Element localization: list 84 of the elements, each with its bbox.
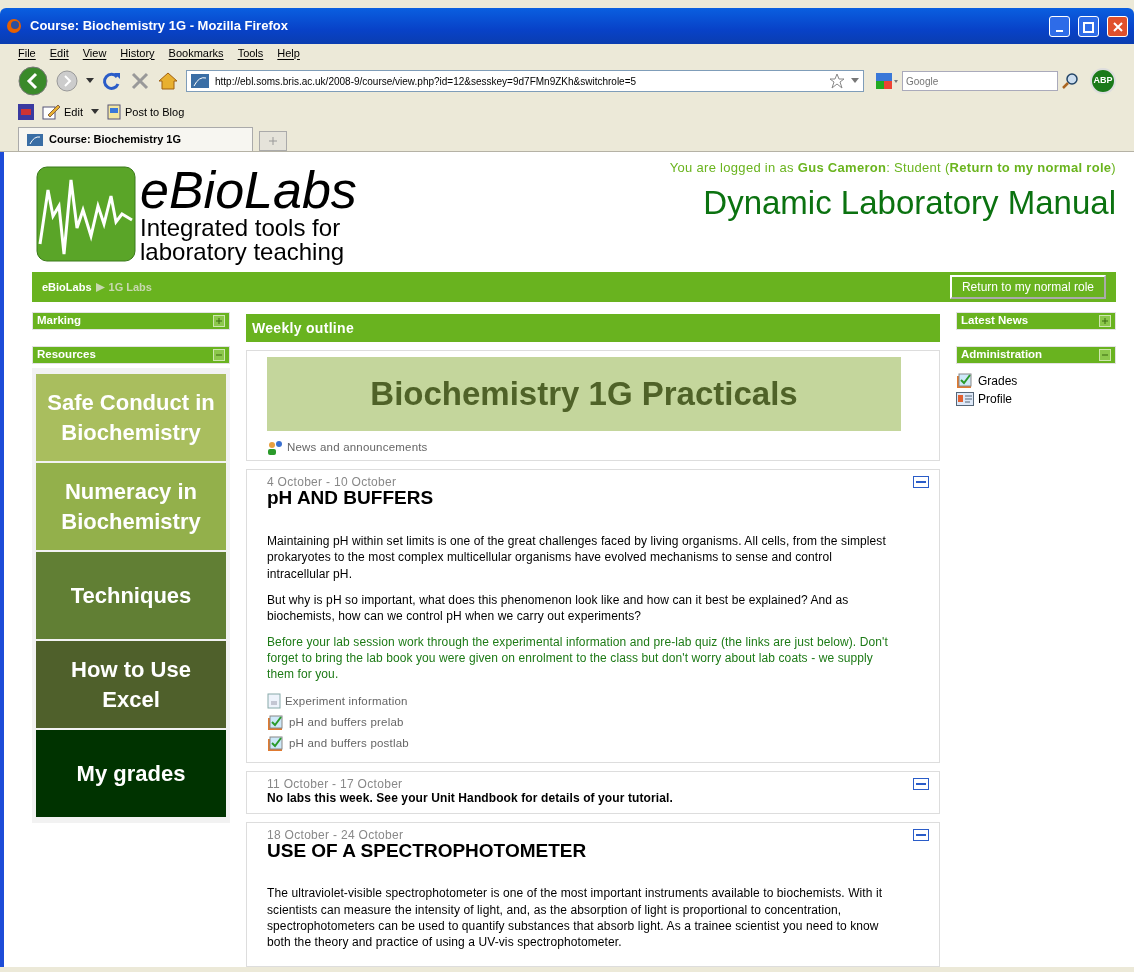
dropdown-icon[interactable] bbox=[851, 78, 859, 84]
home-icon[interactable] bbox=[158, 71, 178, 91]
site-icon bbox=[191, 74, 209, 88]
close-icon bbox=[1112, 22, 1123, 33]
resource-tile[interactable]: My grades bbox=[36, 730, 226, 817]
activity-link[interactable]: pH and buffers postlab bbox=[289, 735, 409, 753]
checklist-icon bbox=[956, 373, 974, 389]
paragraph: Before your lab session work through the experimental information and pre-lab quiz (the links are just below). Don't forget to bring the lab book you were given on enrolment to the class but don't worry about lab coats - we supply them for you. bbox=[267, 634, 889, 683]
course-banner: Biochemistry 1G Practicals bbox=[267, 357, 901, 431]
waveform-icon bbox=[36, 166, 136, 262]
plus-icon bbox=[269, 137, 277, 145]
logo-title: eBioLabs bbox=[140, 164, 357, 216]
outline-header: Weekly outline bbox=[246, 314, 940, 342]
bookmark-label: Edit bbox=[64, 104, 83, 120]
expand-icon[interactable] bbox=[1099, 315, 1111, 327]
logo-tagline: laboratory teaching bbox=[140, 240, 346, 264]
separator-icon bbox=[95, 282, 105, 292]
logo-tagline: Integrated tools for bbox=[140, 216, 342, 240]
block-title: Resources bbox=[37, 347, 96, 363]
menu-item[interactable]: Bookmarks bbox=[168, 44, 224, 62]
maximize-icon bbox=[1083, 21, 1094, 33]
window-title: Course: Biochemistry 1G - Mozilla Firefox bbox=[30, 17, 289, 36]
menu-item[interactable]: Help bbox=[277, 44, 300, 62]
forum-link[interactable]: News and announcements bbox=[287, 439, 428, 457]
menu-item[interactable]: View bbox=[82, 44, 107, 62]
reload-icon[interactable] bbox=[102, 71, 122, 91]
paragraph: But why is pH so important, what does this phenomenon look like and how can it best be explained? And as biochemists, how can we control pH when we carry out experiments? bbox=[267, 591, 850, 625]
menu-item[interactable]: History bbox=[120, 44, 155, 62]
maximize-button[interactable] bbox=[1078, 15, 1099, 37]
section-dates: 18 October - 24 October bbox=[267, 828, 405, 841]
paragraph: No labs this week. See your Unit Handbook for details of your tutorial. bbox=[267, 790, 674, 807]
activity-link[interactable]: Experiment information bbox=[285, 692, 408, 710]
firefox-icon bbox=[6, 18, 22, 34]
resource-tile[interactable]: How to Use Excel bbox=[36, 641, 226, 728]
block-title: Marking bbox=[37, 313, 82, 329]
collapse-icon[interactable] bbox=[913, 476, 929, 489]
close-button[interactable] bbox=[1107, 15, 1128, 37]
google-icon[interactable] bbox=[876, 73, 898, 89]
resource-tile[interactable]: Techniques bbox=[36, 552, 226, 639]
collapse-icon[interactable] bbox=[913, 828, 929, 841]
dropdown-icon[interactable] bbox=[86, 78, 94, 84]
collapse-icon[interactable] bbox=[913, 778, 929, 791]
admin-link[interactable]: Profile bbox=[978, 390, 1012, 408]
minimize-button[interactable] bbox=[1049, 15, 1070, 37]
dropdown-icon[interactable] bbox=[90, 109, 99, 115]
section-title: pH AND BUFFERS bbox=[267, 488, 435, 510]
bookmark-item[interactable]: Post to Blog bbox=[106, 103, 185, 121]
address-field[interactable]: http://ebl.soms.bris.ac.uk/2008-9/course/view.php?id=12&sesskey=9d7FMn9ZKh&switchrole=5 bbox=[186, 70, 864, 92]
checklist-icon bbox=[267, 714, 285, 731]
pencil-icon bbox=[42, 104, 60, 120]
menu-item[interactable]: Edit bbox=[49, 44, 69, 62]
search-field[interactable]: Google bbox=[902, 71, 1058, 91]
expand-icon[interactable] bbox=[213, 315, 225, 327]
star-icon[interactable] bbox=[829, 73, 845, 89]
site-title: Dynamic Laboratory Manual bbox=[703, 182, 1116, 223]
paragraph: The ultraviolet-visible spectrophotometer is one of the most important instruments available to biochemists. With it scientists can measure the intensity of light, and, as the absorption of light is proportional to concentration, spectrophotometers can be used to quantify substances that absorb light. As a trainee scientist you need to know both the theory and practice of using a UV-vis spectrophotometer. bbox=[267, 885, 884, 951]
activity-link[interactable]: pH and buffers prelab bbox=[289, 713, 404, 732]
admin-link[interactable]: Grades bbox=[978, 372, 1018, 390]
section-dates: 11 October - 17 October bbox=[267, 778, 404, 791]
tab-label: Course: Biochemistry 1G bbox=[49, 132, 182, 148]
search-icon[interactable] bbox=[1062, 73, 1078, 89]
forward-icon[interactable] bbox=[56, 70, 78, 92]
bookmark-label: Post to Blog bbox=[124, 104, 185, 120]
bookmark-item[interactable]: Edit bbox=[42, 103, 83, 121]
people-icon bbox=[267, 439, 283, 456]
block-title: Latest News bbox=[961, 313, 1029, 329]
section-title: USE OF A SPECTROPHOTOMETER bbox=[267, 840, 588, 862]
stop-icon[interactable] bbox=[130, 71, 150, 91]
back-icon[interactable] bbox=[18, 66, 48, 96]
document-icon bbox=[106, 104, 121, 120]
url-text: http://ebl.soms.bris.ac.uk/2008-9/course/view.php?id=12&sesskey=9d7FMn9ZKh&switchrole=5 bbox=[215, 74, 638, 89]
menu-item[interactable]: File bbox=[18, 44, 36, 62]
id-card-icon bbox=[956, 392, 974, 406]
section-dates: 4 October - 10 October bbox=[267, 476, 398, 489]
adblock-button[interactable]: ABP bbox=[1090, 68, 1116, 94]
block-title: Administration bbox=[961, 347, 1043, 363]
paragraph: Maintaining pH within set limits is one of the great challenges faced by living organisms. All cells, from the simplest prokaryotes to the most complex multicellular organisms have evolved mechanisms to sense and control intracellular pH. bbox=[267, 533, 887, 582]
document-icon bbox=[267, 693, 281, 710]
site-icon bbox=[27, 133, 43, 146]
browser-tab[interactable]: Course: Biochemistry 1G bbox=[18, 127, 253, 151]
menu-item[interactable]: Tools bbox=[237, 44, 264, 62]
checklist-icon bbox=[267, 735, 285, 752]
minimize-icon bbox=[1056, 29, 1063, 32]
login-status: You are logged in as Gus Cameron: Student (Return to my normal role) bbox=[669, 159, 1116, 177]
